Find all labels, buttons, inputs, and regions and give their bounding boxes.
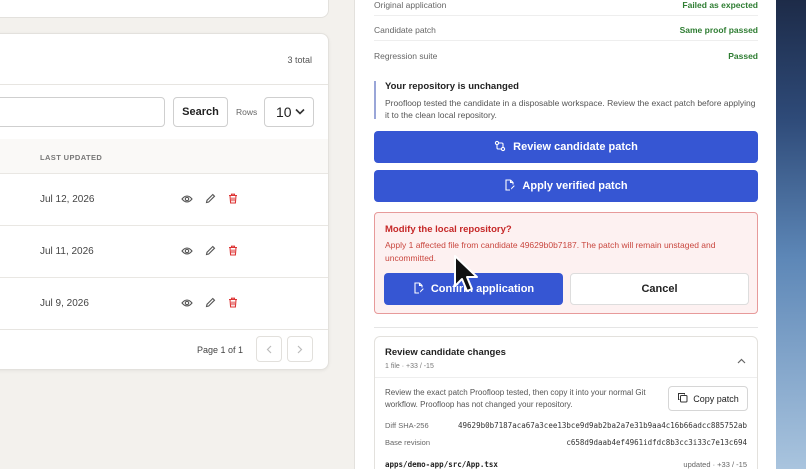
- table-row: Jul 11, 2026: [0, 225, 328, 277]
- status-value: Failed as expected: [682, 0, 758, 10]
- review-candidate-patch-button[interactable]: Review candidate patch: [374, 131, 758, 163]
- repository-unchanged-notice: Your repository is unchanged Proofloop t…: [374, 81, 758, 120]
- card-divider: [375, 377, 757, 378]
- rows-select-value: 10: [276, 104, 292, 120]
- apply-verified-patch-button[interactable]: Apply verified patch: [374, 170, 758, 202]
- chevron-down-icon: [295, 107, 305, 117]
- chevron-up-icon[interactable]: [737, 351, 746, 369]
- file-path: apps/demo-app/src/App.tsx: [385, 460, 498, 469]
- status-value: Passed: [728, 51, 758, 61]
- edit-icon[interactable]: [205, 245, 216, 256]
- changes-meta: 1 file · +33 / -15: [385, 363, 434, 370]
- edit-icon[interactable]: [205, 193, 216, 204]
- changes-description: Review the exact patch Proofloop tested,…: [385, 388, 646, 409]
- confirm-title: Modify the local repository?: [385, 224, 512, 235]
- notice-body: Proofloop tested the candidate in a disp…: [385, 98, 756, 120]
- edit-icon[interactable]: [205, 297, 216, 308]
- file-edit-icon: [413, 281, 424, 297]
- search-button[interactable]: Search: [173, 97, 228, 127]
- row-last-updated: Jul 12, 2026: [40, 194, 95, 205]
- file-edit-icon: [504, 178, 516, 194]
- status-divider: [374, 15, 758, 16]
- section-divider: [374, 327, 758, 328]
- candidates-table-card: 3 total Search Rows 10 LAST UPDATED Jul …: [0, 33, 329, 370]
- diff-sha-value: 49629b0b7187aca67a3cee13bce9d9ab2ba2a7e3…: [458, 421, 747, 430]
- base-revision-value: c658d9daab4ef4961idfdc8b3cc3i33c7e13c694: [566, 438, 747, 447]
- notice-title: Your repository is unchanged: [385, 81, 519, 92]
- search-input[interactable]: [0, 97, 165, 127]
- file-stat: updated · +33 / -15: [683, 460, 747, 469]
- status-label: Regression suite: [374, 51, 438, 61]
- review-changes-card: Review candidate changes 1 file · +33 / …: [374, 336, 758, 469]
- base-revision-label: Base revision: [385, 438, 431, 447]
- next-page-button[interactable]: [287, 336, 313, 362]
- row-last-updated: Jul 9, 2026: [40, 298, 89, 309]
- status-divider: [374, 40, 758, 41]
- copy-patch-button[interactable]: Copy patch: [668, 386, 748, 411]
- confirm-apply-dialog: Modify the local repository? Apply 1 aff…: [374, 212, 758, 314]
- desktop-background: [776, 0, 806, 469]
- rows-label: Rows: [236, 107, 258, 117]
- row-actions: [181, 193, 238, 204]
- button-label: Apply verified patch: [522, 180, 628, 192]
- delete-icon[interactable]: [228, 193, 238, 204]
- button-label: Confirm application: [430, 283, 535, 295]
- column-header-last-updated: LAST UPDATED: [40, 153, 103, 162]
- delete-icon[interactable]: [228, 297, 238, 308]
- view-icon[interactable]: [181, 246, 193, 256]
- status-label: Candidate patch: [374, 25, 436, 35]
- status-label: Original application: [374, 0, 447, 10]
- total-count: 3 total: [287, 55, 312, 65]
- cancel-button[interactable]: Cancel: [570, 273, 749, 305]
- row-actions: [181, 245, 238, 256]
- candidate-detail-panel: Original application Failed as expected …: [354, 0, 776, 469]
- row-last-updated: Jul 11, 2026: [40, 246, 94, 257]
- view-icon[interactable]: [181, 194, 193, 204]
- copy-icon: [677, 392, 688, 405]
- view-icon[interactable]: [181, 298, 193, 308]
- table-row: Jul 9, 2026: [0, 277, 328, 329]
- row-actions: [181, 297, 238, 308]
- mouse-pointer-icon: [453, 254, 479, 299]
- prev-page-button[interactable]: [256, 336, 282, 362]
- pagination-text: Page 1 of 1: [196, 345, 243, 355]
- card-divider: [0, 329, 328, 330]
- diff-sha-label: Diff SHA-256: [385, 421, 429, 430]
- rows-per-page-select[interactable]: 10: [264, 97, 314, 127]
- button-label: Copy patch: [693, 393, 739, 404]
- diff-icon: [494, 140, 506, 155]
- button-label: Review candidate patch: [513, 141, 638, 153]
- changes-title: Review candidate changes: [385, 347, 506, 358]
- status-value: Same proof passed: [679, 25, 758, 35]
- delete-icon[interactable]: [228, 245, 238, 256]
- confirm-body: Apply 1 affected file from candidate 496…: [385, 240, 716, 263]
- card-divider: [0, 84, 328, 85]
- previous-card: [0, 0, 329, 18]
- table-row: Jul 12, 2026: [0, 173, 328, 225]
